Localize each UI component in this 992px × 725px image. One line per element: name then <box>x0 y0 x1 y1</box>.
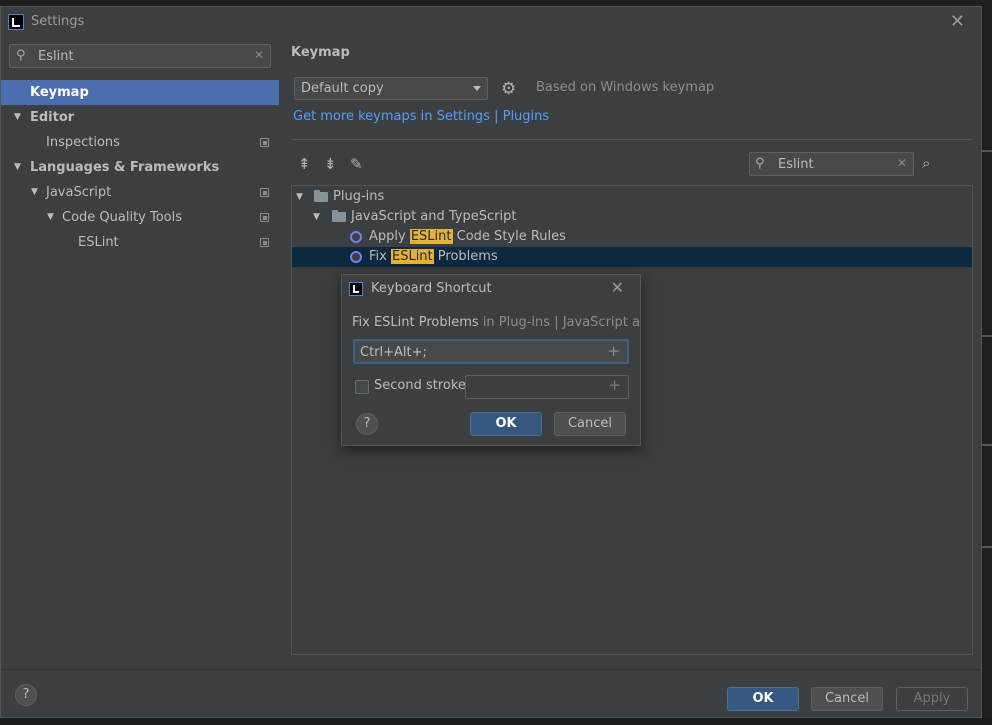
settings-footer: ? OK Cancel Apply <box>1 669 981 717</box>
search-highlight: ESLint <box>390 249 434 264</box>
tree-node-label: JavaScript and TypeScript <box>351 209 517 224</box>
action-path: in Plug-ins | JavaScript and TypeScript <box>482 315 640 330</box>
get-more-keymaps-link[interactable]: Get more keymaps in Settings | Plugins <box>293 109 549 124</box>
sidebar-item-label: JavaScript <box>46 185 112 200</box>
sidebar-item-languages-frameworks[interactable]: ▼ Languages & Frameworks <box>1 155 279 180</box>
dialog-title: Keyboard Shortcut <box>371 281 492 296</box>
sidebar-item-inspections[interactable]: Inspections <box>1 130 279 155</box>
keymap-filter-field[interactable]: ⚲ ✕ <box>749 152 914 176</box>
first-stroke-input[interactable] <box>360 344 590 360</box>
settings-sidebar: ⚲ ✕ Keymap ▼ Editor Inspections ▼ Langua… <box>1 37 279 669</box>
settings-search-input[interactable] <box>38 48 238 64</box>
project-settings-icon <box>260 213 269 222</box>
keymap-filter-input[interactable] <box>778 156 888 172</box>
find-by-shortcut-icon[interactable]: ⌕ <box>922 154 930 172</box>
first-stroke-field[interactable]: + <box>353 339 629 364</box>
tree-node-label: Plug-ins <box>333 189 385 204</box>
ok-button[interactable]: OK <box>727 687 799 711</box>
divider <box>291 139 973 140</box>
window-close-icon[interactable]: ✕ <box>950 11 965 32</box>
second-stroke-input[interactable] <box>471 379 601 395</box>
expand-arrow-icon[interactable]: ▼ <box>47 205 54 230</box>
intellij-app-icon <box>8 14 24 30</box>
expand-arrow-icon[interactable]: ▼ <box>14 155 21 180</box>
action-name: Fix ESLint Problems <box>352 315 479 330</box>
keyboard-shortcut-dialog: Keyboard Shortcut ✕ Fix ESLint Problems … <box>341 274 641 446</box>
action-icon <box>350 251 362 263</box>
settings-search-field[interactable]: ⚲ ✕ <box>9 44 271 68</box>
plus-icon[interactable]: + <box>607 342 620 360</box>
clear-search-icon[interactable]: ✕ <box>254 48 264 62</box>
clear-filter-icon[interactable]: ✕ <box>897 156 907 170</box>
expand-arrow-icon[interactable]: ▼ <box>313 207 320 227</box>
dialog-cancel-button[interactable]: Cancel <box>554 412 626 436</box>
second-stroke-label: Second stroke: <box>374 378 471 393</box>
tree-node-apply-eslint[interactable]: Apply ESLint Code Style Rules <box>292 227 972 247</box>
expand-arrow-icon[interactable]: ▼ <box>14 105 21 130</box>
tree-node-fix-eslint[interactable]: Fix ESLint Problems <box>292 247 972 267</box>
sidebar-item-code-quality-tools[interactable]: ▼ Code Quality Tools <box>1 205 279 230</box>
help-button[interactable]: ? <box>15 684 37 706</box>
folder-icon <box>314 190 328 202</box>
expand-all-icon[interactable]: ⇞ <box>298 155 311 173</box>
expand-arrow-icon[interactable]: ▼ <box>31 180 38 205</box>
close-icon[interactable]: ✕ <box>611 278 624 297</box>
background-editor-edge <box>982 0 992 725</box>
folder-icon <box>332 210 346 222</box>
chevron-down-icon <box>473 86 481 91</box>
plus-icon[interactable]: + <box>608 376 621 394</box>
second-stroke-checkbox[interactable] <box>355 380 369 394</box>
intellij-app-icon <box>349 282 363 296</box>
dialog-action-description: Fix ESLint Problems in Plug-ins | JavaSc… <box>352 315 640 330</box>
search-icon: ⚲ <box>16 48 26 63</box>
second-stroke-field[interactable]: + <box>465 375 629 399</box>
action-icon <box>350 231 362 243</box>
sidebar-item-eslint[interactable]: ESLint <box>1 230 279 255</box>
sidebar-item-label: Editor <box>30 110 75 125</box>
background-bottom-strip <box>0 718 992 725</box>
project-settings-icon <box>260 238 269 247</box>
based-on-label: Based on Windows keymap <box>536 80 715 95</box>
keymap-select[interactable]: Default copy <box>294 77 488 100</box>
tree-node-label: Apply ESLint Code Style Rules <box>369 229 566 244</box>
expand-arrow-icon[interactable]: ▼ <box>296 187 303 207</box>
page-title: Keymap <box>291 45 350 60</box>
sidebar-item-label: Languages & Frameworks <box>30 160 220 175</box>
sidebar-item-label: Keymap <box>30 85 89 100</box>
collapse-all-icon[interactable]: ⇟ <box>324 155 337 173</box>
edit-pencil-icon[interactable]: ✎ <box>350 155 363 173</box>
tree-node-plugins[interactable]: ▼ Plug-ins <box>292 187 972 207</box>
sidebar-item-label: Inspections <box>46 135 120 150</box>
title-bar: Settings ✕ <box>1 7 981 37</box>
apply-button[interactable]: Apply <box>896 687 968 711</box>
sidebar-item-keymap[interactable]: Keymap <box>1 80 279 105</box>
tree-node-javascript-typescript[interactable]: ▼ JavaScript and TypeScript <box>292 207 972 227</box>
search-highlight: ESLint <box>409 229 453 244</box>
cancel-button[interactable]: Cancel <box>811 687 883 711</box>
dialog-help-button[interactable]: ? <box>356 413 378 435</box>
sidebar-item-editor[interactable]: ▼ Editor <box>1 105 279 130</box>
project-settings-icon <box>260 188 269 197</box>
search-icon: ⚲ <box>755 156 765 171</box>
sidebar-item-javascript[interactable]: ▼ JavaScript <box>1 180 279 205</box>
keymap-select-value: Default copy <box>301 81 384 96</box>
sidebar-item-label: ESLint <box>78 235 119 250</box>
window-title: Settings <box>31 14 85 29</box>
dialog-ok-button[interactable]: OK <box>470 412 542 436</box>
project-settings-icon <box>260 138 269 147</box>
gear-icon[interactable]: ⚙ <box>501 79 516 99</box>
sidebar-item-label: Code Quality Tools <box>62 210 183 225</box>
tree-node-label: Fix ESLint Problems <box>369 249 498 264</box>
